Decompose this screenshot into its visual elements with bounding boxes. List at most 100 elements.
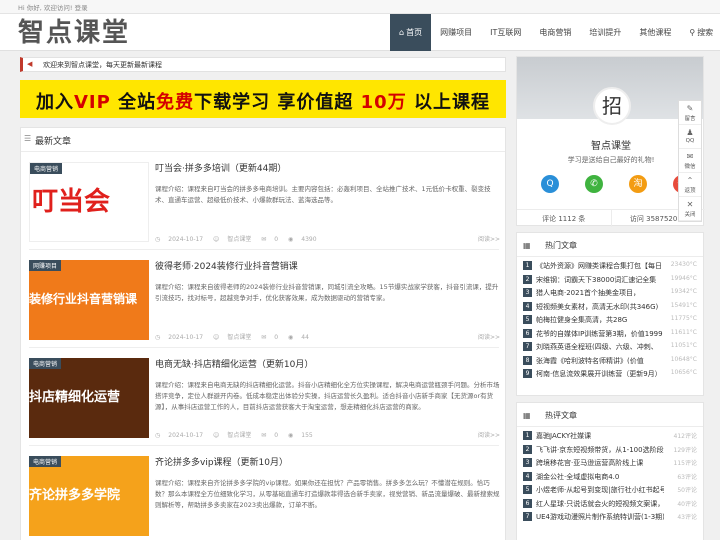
nav-home[interactable]: ⌂ 首页: [390, 14, 432, 51]
nav-it[interactable]: IT互联网: [481, 14, 530, 51]
read-more-link[interactable]: 阅读>>: [478, 332, 500, 341]
article-author[interactable]: 智点课堂: [227, 432, 251, 439]
qq-icon[interactable]: Q: [541, 175, 559, 193]
item-title[interactable]: 飞飞讲·京东短视频带货，从1-100选阶段: [536, 445, 664, 455]
item-title[interactable]: 跨境移花宫·亚马逊运营高阶线上课: [536, 458, 664, 468]
thumb-text: 齐论拼多多学院: [29, 488, 121, 503]
article-title[interactable]: 彼得老师·2024装修行业抖音营销课: [155, 259, 298, 272]
list-item[interactable]: 4 湖金公社·全域虚拟电商4.0 63评论: [523, 470, 697, 484]
float-qq-button[interactable]: ♟ QQ: [679, 125, 701, 149]
article-thumb[interactable]: 电商营销 抖店精细化运营: [29, 358, 149, 438]
article-thumb[interactable]: 电商营销 叮当会: [29, 162, 149, 242]
notice-text: 欢迎来到智点课堂，每天更新最新课程: [43, 61, 162, 69]
list-item[interactable]: 2 飞飞讲·京东短视频带货，从1-100选阶段 129评论: [523, 443, 697, 457]
item-title[interactable]: 帕梅拉健身全集高清，共28G: [536, 315, 664, 325]
article-item: 电商营销 叮当会 叮当会·拼多多培训（更新44期） 课程介绍：课程来自叮当会的拼…: [29, 154, 500, 250]
list-item[interactable]: 7 UE4游戏动漫照片制作系统特训营(1-3期), 43评论: [523, 510, 697, 524]
item-title[interactable]: 张海霞《哈利波特名师精讲》(价值: [536, 356, 664, 366]
list-item[interactable]: 6 红人星球·只说话就会火的短视频文案课，价 40评论: [523, 497, 697, 511]
article-title[interactable]: 电商无缺·抖店精细化运营（更新10月）: [155, 357, 313, 370]
item-title[interactable]: 柯南·信息流效果展开训练营（更新9月）: [536, 369, 664, 379]
eye-icon: ◉: [288, 236, 294, 243]
list-item[interactable]: 1 《站外资源》网赚类课程合集打包【每日 23430°C: [523, 259, 697, 273]
item-stat: 63评论: [677, 473, 697, 481]
list-item[interactable]: 5 小煜老师·从起号到变现|旅行社小红书起号 50评论: [523, 483, 697, 497]
item-stat: 19342°C: [670, 288, 697, 295]
top-icon: ⌃: [686, 176, 694, 185]
item-title[interactable]: 猎人电商·2021首个抽美金项目，: [536, 288, 664, 298]
widget-title: 热评文章: [545, 411, 577, 420]
float-label: 微信: [684, 164, 696, 170]
float-top-button[interactable]: ⌃ 返顶: [679, 173, 701, 197]
vip-banner[interactable]: 加入VIP 全站免费下载学习 享价值超 10万 以上课程: [20, 80, 506, 118]
float-wechat-button[interactable]: ✉ 微信: [679, 149, 701, 173]
float-label: 返顶: [684, 188, 696, 194]
avatar[interactable]: 招: [593, 87, 631, 125]
wechat-icon[interactable]: ✆: [585, 175, 603, 193]
item-title[interactable]: 刘晓燕英语全程班(四级、六级、冲刺、: [536, 342, 664, 352]
item-title[interactable]: 花爷的自媒体IP训练营第3期，价值1999: [536, 329, 664, 339]
hot-articles-widget: ▦ 热门文章 1 《站外资源》网赚类课程合集打包【每日 23430°C 2 宋维钢：词霸…: [516, 232, 704, 396]
item-title[interactable]: 湖金公社·全域虚拟电商4.0: [536, 472, 664, 482]
list-item[interactable]: 1 嘉驰JACKY社媒课 412评论: [523, 429, 697, 443]
read-more-link[interactable]: 阅读>>: [478, 430, 500, 439]
article-author[interactable]: 智点课堂: [227, 236, 251, 243]
article-author[interactable]: 智点课堂: [227, 334, 251, 341]
item-title[interactable]: 短视频美女素材，高清无水印(共346G): [536, 302, 664, 312]
rank-number: 6: [523, 328, 532, 338]
nav-other[interactable]: 其他课程: [630, 14, 680, 51]
item-title[interactable]: 宋维钢：词霸天下38000词汇速记全集: [536, 275, 664, 285]
list-item[interactable]: 5 帕梅拉健身全集高清，共28G 11775°C: [523, 313, 697, 327]
close-icon: ✕: [686, 200, 694, 209]
list-item[interactable]: 8 张海霞《哈利波特名师精讲》(价值 10648°C: [523, 354, 697, 368]
widget-header: ▦ 热门文章: [517, 233, 703, 257]
latest-header: ☰ 最新文章: [21, 128, 505, 152]
item-title[interactable]: 小煜老师·从起号到变现|旅行社小红书起号: [536, 485, 664, 495]
item-stat: 10648°C: [670, 355, 697, 363]
category-badge[interactable]: 电商营销: [29, 456, 62, 467]
nav-wangzhuan[interactable]: 网赚项目: [431, 14, 481, 51]
comment-list: 1 嘉驰JACKY社媒课 412评论 2 飞飞讲·京东短视频带货，从1-100选阶段 12…: [517, 427, 703, 526]
list-item[interactable]: 4 短视频美女素材，高清无水印(共346G) 15491°C: [523, 300, 697, 314]
article-date: 2024-10-17: [168, 334, 204, 341]
article-views: 155: [301, 432, 313, 439]
hot-list: 1 《站外资源》网赚类课程合集打包【每日 23430°C 2 宋维钢：词霸天下38000…: [517, 257, 703, 383]
article-title[interactable]: 齐论拼多多vip课程（更新10月）: [155, 455, 288, 468]
widget-title: 热门文章: [545, 241, 577, 250]
list-item[interactable]: 9 柯南·信息流效果展开训练营（更新9月） 10656°C: [523, 367, 697, 381]
profile-stats: 评论 1112 条 访问 3587520 次: [517, 209, 705, 227]
list-item[interactable]: 2 宋维钢：词霸天下38000词汇速记全集 19946°C: [523, 273, 697, 287]
item-title[interactable]: 红人星球·只说话就会火的短视频文案课，价: [536, 499, 664, 509]
float-close-button[interactable]: ✕ 关闭: [679, 197, 701, 221]
item-stat: 19946°C: [670, 274, 697, 282]
list-item[interactable]: 7 刘晓燕英语全程班(四级、六级、冲刺、 11051°C: [523, 340, 697, 354]
item-title[interactable]: UE4游戏动漫照片制作系统特训营(1-3期),: [536, 512, 664, 522]
item-title[interactable]: 嘉驰JACKY社媒课: [536, 431, 664, 441]
list-item[interactable]: 6 花爷的自媒体IP训练营第3期，价值1999 11611°C: [523, 327, 697, 341]
rank-number: 7: [523, 512, 532, 521]
category-badge[interactable]: 网赚项目: [29, 260, 62, 271]
float-label: 关闭: [684, 212, 696, 218]
category-badge[interactable]: 电商营销: [29, 358, 62, 369]
widget-header: ▦ 热评文章: [517, 403, 703, 427]
article-thumb[interactable]: 电商营销 齐论拼多多学院: [29, 456, 149, 536]
login-link[interactable]: Hi 你好, 欢迎访问! 登录: [18, 2, 88, 12]
comment-count: 评论 1112 条: [517, 210, 612, 227]
read-more-link[interactable]: 阅读>>: [478, 234, 500, 243]
eye-icon: ◉: [288, 432, 294, 439]
site-logo[interactable]: 智点课堂: [18, 19, 130, 47]
nav-training[interactable]: 培训提升: [580, 14, 630, 51]
category-badge[interactable]: 电商营销: [30, 163, 63, 174]
article-title[interactable]: 叮当会·拼多多培训（更新44期）: [155, 161, 286, 174]
float-message-button[interactable]: ✎ 留言: [679, 101, 701, 125]
home-icon: ⌂: [399, 28, 405, 37]
list-item[interactable]: 3 跨境移花宫·亚马逊运营高阶线上课 115评论: [523, 456, 697, 470]
nav-ecommerce[interactable]: 电商营销: [530, 14, 580, 51]
list-item[interactable]: 3 猎人电商·2021首个抽美金项目， 19342°C: [523, 286, 697, 300]
item-title[interactable]: 《站外资源》网赚类课程合集打包【每日: [536, 261, 664, 271]
article-thumb[interactable]: 网赚项目 装修行业抖音营销课: [29, 260, 149, 340]
item-stat: 129评论: [673, 446, 697, 454]
taobao-icon[interactable]: 淘: [629, 175, 647, 193]
main-nav: ⌂ 首页 网赚项目 IT互联网 电商营销 培训提升 其他课程 ⚲ 搜索: [390, 14, 720, 51]
nav-search[interactable]: ⚲ 搜索: [680, 14, 720, 51]
